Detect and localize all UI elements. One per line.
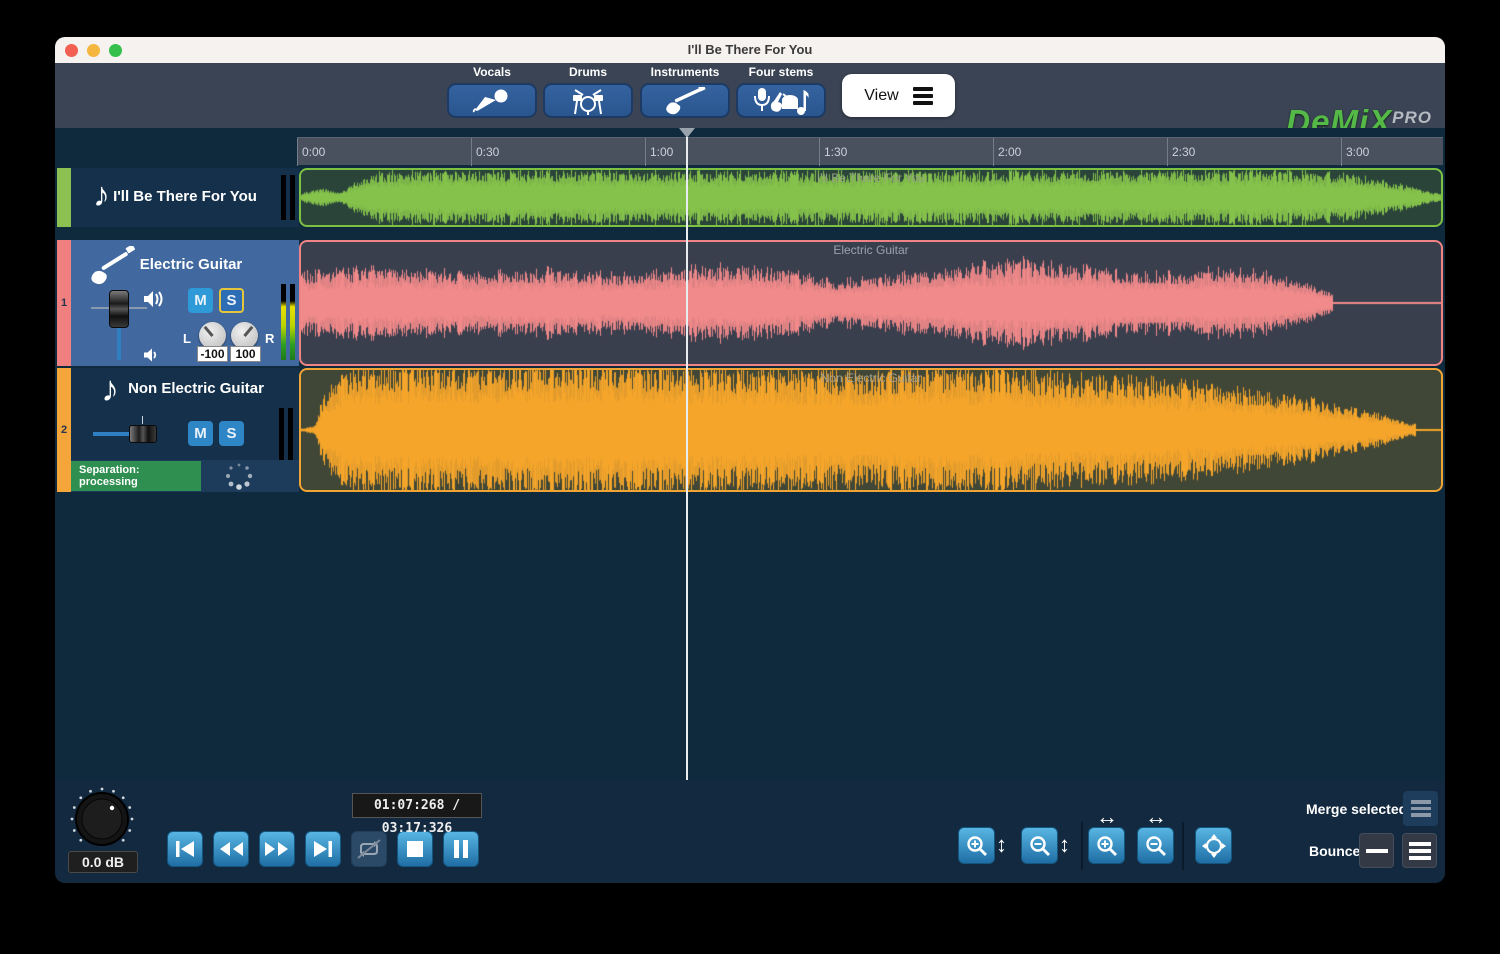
- track1-vu-meter: [281, 175, 295, 220]
- track2-pan-right-knob[interactable]: [231, 322, 258, 349]
- bounce-label: Bounce: [1309, 843, 1360, 859]
- pan-right-value: 100: [230, 346, 261, 362]
- track2-color-strip[interactable]: 1: [57, 240, 71, 366]
- merge-selected-button[interactable]: [1403, 791, 1438, 826]
- bounce-menu-button[interactable]: [1402, 833, 1437, 868]
- pan-left-value: -100: [197, 346, 228, 362]
- track-row-original: ♪ I'll Be There For You I'll Be There Fo…: [57, 168, 1443, 227]
- track3-name: Non Electric Guitar: [101, 380, 291, 397]
- track2-header[interactable]: Electric Guitar M S L R -100: [71, 240, 299, 366]
- track3-volume-knob[interactable]: [129, 425, 157, 443]
- track1-name: I'll Be There For You: [71, 188, 299, 205]
- instruments-label: Instruments: [640, 65, 730, 79]
- speaker-loud-icon: [143, 290, 165, 308]
- track2-name: Electric Guitar: [101, 256, 281, 273]
- bounce-menu-icon: [1409, 839, 1431, 863]
- vocals-button[interactable]: [447, 83, 537, 118]
- time-ruler[interactable]: 0:00 0:30 1:00 1:30 2:00 2:30 3:00: [297, 137, 1443, 165]
- timeline-workspace: 0:00 0:30 1:00 1:30 2:00 2:30 3:00 ♪ I'l…: [55, 128, 1445, 780]
- four-stems-icon: [752, 86, 810, 116]
- speaker-low-icon: [143, 348, 159, 362]
- drumkit-icon: [565, 87, 611, 115]
- stem-group-four-stems: Four stems: [736, 63, 826, 126]
- track2-clip[interactable]: Electric Guitar: [299, 240, 1443, 366]
- stem-group-instruments: Instruments: [640, 63, 730, 126]
- track-row-electric-guitar: 1 Electric Guitar M: [57, 240, 1443, 366]
- track3-clip[interactable]: Non Electric Guitar: [299, 368, 1443, 492]
- view-menu-icon: [913, 84, 933, 108]
- track1-header[interactable]: ♪ I'll Be There For You: [71, 168, 299, 227]
- master-volume-knob[interactable]: [69, 786, 135, 852]
- track1-clip[interactable]: I'll Be There For You: [299, 168, 1443, 227]
- app-window: I'll Be There For You Vocals Drums: [55, 37, 1445, 883]
- zoom-in-horizontal-button[interactable]: [1088, 827, 1125, 864]
- ruler-tick: 0:30: [476, 145, 499, 159]
- minus-icon: [1366, 849, 1388, 853]
- four-stems-button[interactable]: [736, 83, 826, 118]
- window-title: I'll Be There For You: [55, 42, 1445, 57]
- ruler-tick: 2:30: [1172, 145, 1195, 159]
- track2-vu-meter: [281, 284, 295, 360]
- track3-vu-meter: [279, 408, 293, 463]
- view-button[interactable]: View: [842, 74, 955, 117]
- microphone-icon: [470, 88, 514, 114]
- ruler-tick: 1:30: [824, 145, 847, 159]
- ruler-tick: 0:00: [302, 145, 325, 159]
- spinner-icon: [224, 461, 254, 491]
- playhead-line: [686, 137, 688, 780]
- track2-waveform: [301, 242, 1441, 364]
- view-label: View: [864, 87, 898, 105]
- zoom-out-horizontal-button[interactable]: [1137, 827, 1174, 864]
- ruler-tick: 1:00: [650, 145, 673, 159]
- track3-waveform: [301, 370, 1441, 490]
- zoom-out-vertical-button[interactable]: [1021, 827, 1058, 864]
- track3-color-strip[interactable]: 2: [57, 368, 71, 492]
- pan-left-label: L: [183, 331, 191, 346]
- four-stems-label: Four stems: [736, 65, 826, 79]
- track3-status-row: Separation: processing: [71, 460, 299, 492]
- master-volume-display: 0.0 dB: [68, 851, 138, 873]
- instruments-button[interactable]: [640, 83, 730, 118]
- toolbar: Vocals Drums: [55, 63, 1445, 128]
- pan-right-label: R: [265, 331, 274, 346]
- drums-label: Drums: [543, 65, 633, 79]
- track2-pan-left-knob[interactable]: [199, 322, 226, 349]
- track2-volume-knob[interactable]: [109, 290, 129, 328]
- logo-suffix: PRO: [1392, 108, 1432, 127]
- track2-clip-label: Electric Guitar: [301, 243, 1441, 257]
- bottom-control-bar: 0.0 dB 01:07:268 / 03:17:326: [55, 780, 1445, 883]
- track-row-non-electric-guitar: 2 ♪ Non Electric Guitar M S Separation: …: [57, 368, 1443, 492]
- track2-mute-button[interactable]: M: [188, 288, 213, 313]
- skip-end-button[interactable]: [305, 831, 341, 867]
- stem-group-vocals: Vocals: [447, 63, 537, 126]
- fit-view-button[interactable]: [1195, 827, 1232, 864]
- rewind-button[interactable]: [213, 831, 249, 867]
- track1-clip-label: I'll Be There For You: [301, 171, 1441, 185]
- track3-mute-button[interactable]: M: [188, 421, 213, 446]
- time-display: 01:07:268 / 03:17:326: [352, 793, 482, 818]
- merge-menu-icon: [1411, 797, 1431, 820]
- vertical-zoom-arrow-icon: ↕: [996, 832, 1007, 858]
- track2-solo-button[interactable]: S: [219, 288, 244, 313]
- merge-selected-label: Merge selected: [1306, 801, 1407, 817]
- guitar-icon: [662, 87, 708, 115]
- vertical-zoom-arrow-icon: ↕: [1059, 832, 1070, 858]
- track3-clip-label: Non Electric Guitar: [301, 371, 1441, 385]
- separation-status-badge: Separation: processing: [71, 461, 201, 491]
- drums-button[interactable]: [543, 83, 633, 118]
- zoom-in-vertical-button[interactable]: [958, 827, 995, 864]
- track1-color-strip[interactable]: [57, 168, 71, 227]
- ruler-tick: 2:00: [998, 145, 1021, 159]
- fast-forward-button[interactable]: [259, 831, 295, 867]
- vocals-label: Vocals: [447, 65, 537, 79]
- stem-group-drums: Drums: [543, 63, 633, 126]
- skip-start-button[interactable]: [167, 831, 203, 867]
- bounce-minus-button[interactable]: [1359, 833, 1394, 868]
- track3-solo-button[interactable]: S: [219, 421, 244, 446]
- ruler-tick: 3:00: [1346, 145, 1369, 159]
- title-bar: I'll Be There For You: [55, 37, 1445, 63]
